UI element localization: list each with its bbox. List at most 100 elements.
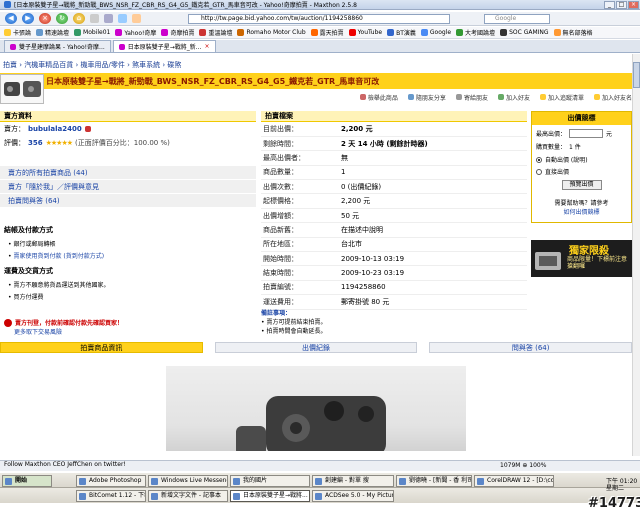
tab-bar: 雙子星建摩論果 - Yahoo!奇摩... 日本原裝雙子星→戰將_新... ×: [0, 40, 640, 53]
history-icon[interactable]: [118, 14, 127, 23]
payment-item: • 賣家使用貨到付款 (貨到付款方式): [8, 253, 105, 260]
watchlist-link[interactable]: 加入追蹤清單: [539, 93, 584, 102]
auction-row: 出價增額： 50 元: [261, 208, 527, 224]
task-button[interactable]: ACDSee 5.0 - My Pictures: [312, 490, 394, 502]
tools-icon[interactable]: [90, 14, 99, 23]
task-button[interactable]: Windows Live Messenger: [148, 475, 228, 487]
yahoo-icon: [118, 43, 125, 50]
task-button[interactable]: 我的國片: [230, 475, 310, 487]
seller-id-link[interactable]: bubulala2400: [28, 125, 82, 133]
bid-panel: 出價競標 最高出價：元 購買數量： 1 件 自動出價 (說明) 直接出價 預覽出價…: [531, 111, 632, 223]
auction-value: 1194258860: [339, 280, 527, 296]
home-button[interactable]: ⌂: [73, 13, 85, 24]
tab-bid-history[interactable]: 出價紀錄: [214, 341, 418, 353]
fav-item[interactable]: BT演義: [387, 28, 416, 37]
payment-item: • 銀行或郵局轉帳: [8, 241, 56, 248]
warning-box: 賣方刊登，付款前確認付款先確認買家！ 更多取下交易風險: [0, 318, 256, 336]
fav-item[interactable]: 奇摩拍賣: [161, 28, 194, 37]
rating-link[interactable]: 356: [28, 139, 43, 147]
tab-qa[interactable]: 問與答 (64): [429, 341, 633, 353]
task-button[interactable]: BitComet 1.12 - 下載：2...: [76, 490, 146, 502]
stop-button[interactable]: ×: [39, 13, 51, 24]
mail-icon[interactable]: [84, 126, 91, 132]
email-friend-link[interactable]: 寄給朋友: [455, 93, 488, 102]
close-button[interactable]: ×: [628, 0, 639, 9]
fav-item[interactable]: 重溫論壇: [199, 28, 232, 37]
seller-items-link[interactable]: 賣方的所有拍賣商品 (44): [0, 166, 256, 180]
share-link[interactable]: 隨朋友分享: [407, 93, 446, 102]
auction-row: 商品新舊： 在描述中說明: [261, 222, 527, 238]
auction-panel: 拍賣檔案 目前出價： 2,200 元剩餘時間： 2 天 14 小時 (剩餘計時器) 最…: [261, 111, 527, 310]
plus-icon: [539, 94, 546, 100]
fav-item[interactable]: 卡張論: [4, 28, 31, 37]
auction-row: 起標價格： 2,200 元: [261, 193, 527, 209]
yahoo-icon: [115, 29, 123, 36]
minimize-button[interactable]: _: [604, 0, 615, 9]
report-item-link[interactable]: 檢舉此商品: [359, 93, 398, 102]
qa-link[interactable]: 拍賣問與答 (64): [0, 194, 256, 208]
page-icon: [387, 29, 395, 36]
mail-icon: [455, 94, 462, 100]
fav-item[interactable]: SOC GAMING: [500, 29, 549, 36]
fav-item[interactable]: Yahoo!奇摩: [115, 28, 156, 37]
close-tab-icon[interactable]: ×: [205, 43, 210, 50]
window-title: [日本原裝雙子星→戰將_新勁戰_BWS_NSR_FZ_CBR_RS_G4_G5_…: [14, 2, 357, 9]
auto-bid-radio[interactable]: [536, 156, 542, 163]
page-scrollbar[interactable]: [632, 54, 640, 456]
forward-button[interactable]: ▶: [22, 13, 34, 24]
fav-item[interactable]: 無名部落格: [553, 28, 593, 37]
browser-tab-active[interactable]: 日本原裝雙子星→戰將_新... ×: [112, 40, 216, 52]
preview-bid-button[interactable]: 預覽出價: [561, 180, 602, 190]
favorites-icon[interactable]: [104, 14, 113, 23]
scrollbar-thumb[interactable]: [633, 62, 640, 88]
search-input[interactable]: Google: [484, 14, 550, 24]
task-button[interactable]: 新增文字文件 - 記事本: [148, 490, 228, 502]
fav-item[interactable]: 大考國論壇: [456, 28, 495, 37]
auction-label: 商品新舊：: [261, 222, 339, 238]
auction-label: 最高出價者：: [261, 150, 339, 166]
how-to-bid-link[interactable]: 如何出價競標: [536, 207, 627, 216]
back-button[interactable]: ◀: [5, 13, 17, 24]
fav-item[interactable]: 露天拍賣: [310, 28, 344, 37]
fav-item[interactable]: YouTube: [348, 29, 382, 36]
auction-row: 拍賣編號： 1194258860: [261, 280, 527, 296]
promo-product-icon: [535, 252, 561, 270]
page-icon: [456, 29, 464, 36]
auction-row: 最高出價者：無: [261, 150, 527, 166]
start-button[interactable]: 開始: [2, 475, 52, 487]
direct-bid-radio[interactable]: [536, 168, 542, 175]
risk-link[interactable]: 更多取下交易風險: [14, 327, 256, 336]
tab-item-info[interactable]: 拍賣商品資訊: [0, 341, 203, 353]
fav-item[interactable]: 精速論壇: [36, 28, 69, 37]
fav-item[interactable]: Mobile01: [74, 29, 110, 36]
fav-item[interactable]: Romaho Motor Club: [237, 29, 306, 36]
bid-price-input[interactable]: [569, 129, 604, 138]
add-friend-link[interactable]: 加入好友: [497, 93, 530, 102]
maximize-button[interactable]: □: [616, 0, 627, 9]
task-button[interactable]: CorelDRAW 12 - [D:\co...: [474, 475, 554, 487]
promo-banner[interactable]: 獨家限殺 商品限量！下標前注意搶翻囉: [531, 240, 632, 277]
browser-tab[interactable]: 雙子星建摩論果 - Yahoo!奇摩...: [4, 40, 111, 52]
mail-icon[interactable]: [132, 14, 141, 23]
refresh-button[interactable]: ↻: [56, 13, 68, 24]
taskbar-row-2: BitComet 1.12 - 下載：2... 新增文字文件 - 記事本 日本原…: [0, 487, 640, 503]
item-thumbnail[interactable]: [0, 74, 44, 104]
page-icon: [310, 29, 318, 36]
task-button[interactable]: Adobe Photoshop: [76, 475, 146, 487]
note-item: • 拍賣時間會自動延長。: [261, 328, 327, 335]
task-button[interactable]: 劉德曉 - [新聞 - 香 利司]: [396, 475, 472, 487]
address-input[interactable]: http://tw.page.bid.yahoo.com/tw/auction/…: [188, 14, 450, 24]
page-icon: [36, 29, 44, 36]
auction-value: 2009-10-23 03:19: [339, 265, 527, 281]
status-text[interactable]: Follow Maxthon CEO JeffChen on twitter!: [4, 461, 126, 468]
task-button[interactable]: 創建編 - 對單 搜: [312, 475, 394, 487]
auction-label: 所在地區：: [261, 237, 339, 253]
yahoo-icon: [161, 29, 169, 36]
bid-quantity: 1 件: [569, 144, 581, 151]
youtube-icon: [348, 29, 356, 36]
seller-feedback-link[interactable]: 賣方「隨於我」／評價與意見: [0, 180, 256, 194]
page-icon: [74, 29, 82, 36]
task-button-active[interactable]: 日本原裝雙子星→戰將...: [230, 490, 310, 502]
fav-item[interactable]: Google: [420, 29, 451, 36]
breadcrumb[interactable]: 拍賣 › 汽機車精品百貨 › 機車用品/零件 › 煞車系統 › 碟煞: [0, 60, 640, 70]
